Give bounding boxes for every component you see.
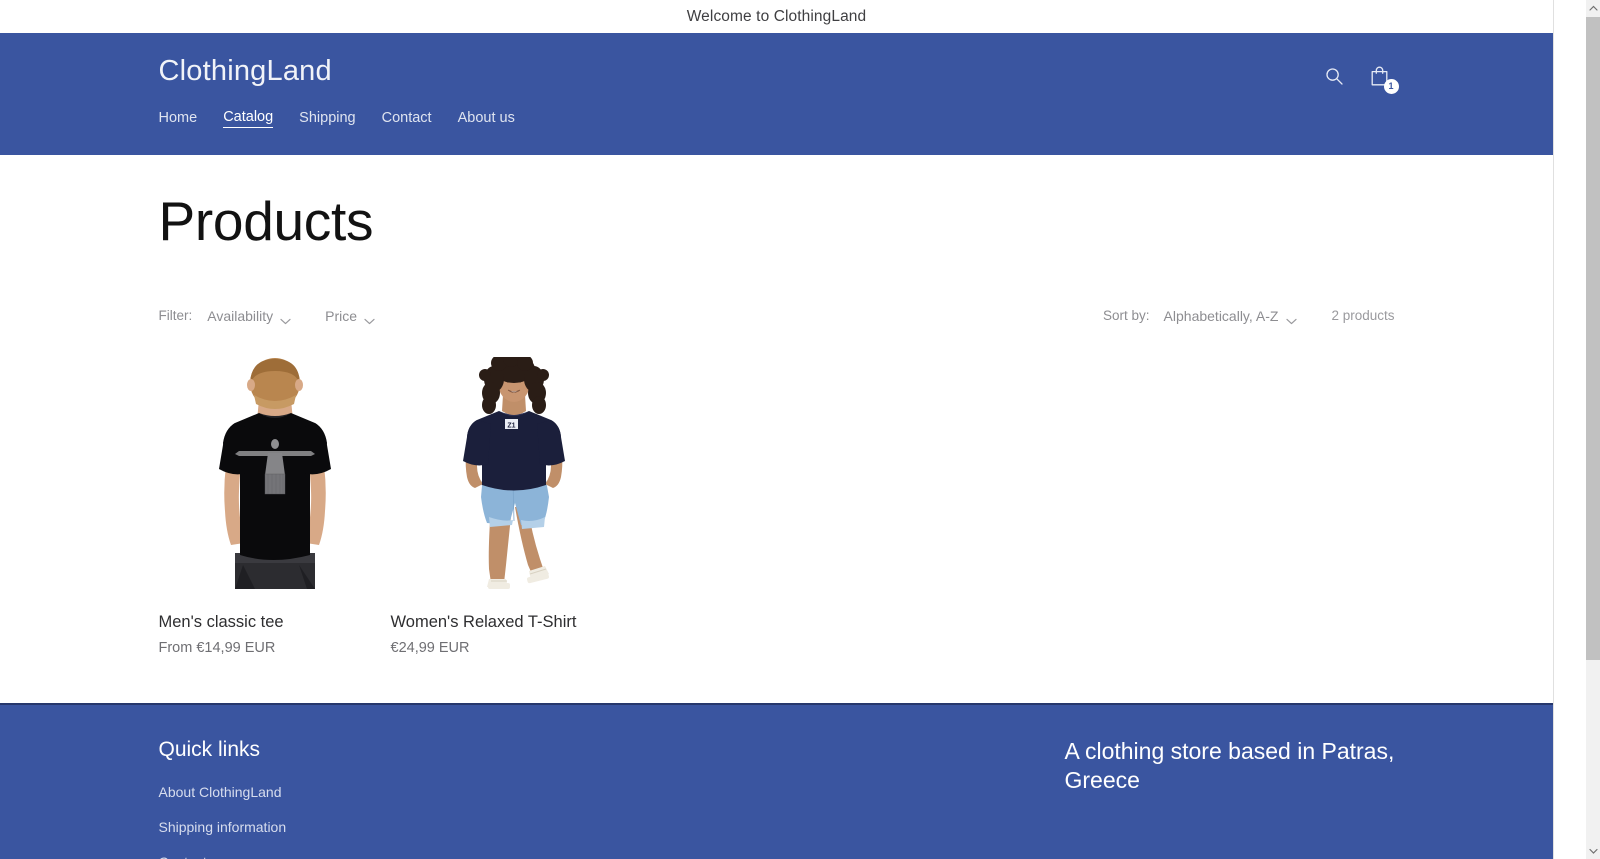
footer-link-about[interactable]: About ClothingLand <box>159 784 282 800</box>
product-grid: Men's classic tee From €14,99 EUR Z1 Wom… <box>158 356 1395 656</box>
search-button[interactable] <box>1319 61 1349 91</box>
page-viewport: Welcome to ClothingLand ClothingLand 1 H… <box>0 0 1553 859</box>
product-image-men-classic-tee[interactable] <box>158 356 391 589</box>
site-header: ClothingLand 1 Home Catalog Shipping Con… <box>0 35 1553 155</box>
header-actions: 1 <box>1319 61 1399 94</box>
product-price: €24,99 EUR <box>390 639 470 656</box>
page-title: Products <box>158 190 374 252</box>
scrollbar-gutter <box>1554 0 1586 859</box>
main-navigation: Home Catalog Shipping Contact About us <box>159 109 515 128</box>
filter-label: Filter: <box>158 308 193 323</box>
footer-list-item: About ClothingLand <box>159 784 839 802</box>
content-container: Products Filter: Availability Price Sort… <box>158 155 1395 656</box>
sort-by-label: Sort by: <box>1103 308 1150 323</box>
chevron-down-icon <box>364 312 375 325</box>
announcement-text: Welcome to ClothingLand <box>686 7 867 25</box>
nav-item-catalog[interactable]: Catalog <box>223 109 274 128</box>
facets-left: Filter: Availability Price <box>158 307 410 325</box>
footer-tagline-column: A clothing store based in Patras, Greece <box>1065 737 1395 859</box>
browser-page: Welcome to ClothingLand ClothingLand 1 H… <box>0 0 1600 859</box>
scroll-up-arrow-icon[interactable] <box>1586 0 1600 16</box>
product-card[interactable]: Men's classic tee From €14,99 EUR <box>158 356 391 656</box>
site-logo[interactable]: ClothingLand <box>159 57 332 86</box>
header-inner: ClothingLand 1 Home Catalog Shipping Con… <box>159 35 1399 155</box>
product-title[interactable]: Women's Relaxed T-Shirt <box>391 612 623 633</box>
nav-item-shipping[interactable]: Shipping <box>299 110 355 128</box>
chevron-down-icon <box>1286 312 1298 325</box>
footer-inner: Quick links About ClothingLand Shipping … <box>159 737 1395 859</box>
chevron-down-icon <box>280 312 291 325</box>
footer-quick-links: Quick links About ClothingLand Shipping … <box>159 737 839 859</box>
product-count: 2 products <box>1331 308 1395 323</box>
scrollbar-thumb[interactable] <box>1586 17 1600 660</box>
footer-tagline: A clothing store based in Patras, Greece <box>1064 737 1395 794</box>
facet-availability[interactable]: Availability <box>207 307 291 325</box>
footer-link-shipping-information[interactable]: Shipping information <box>159 819 287 835</box>
facet-price[interactable]: Price <box>325 307 375 325</box>
sort-by-select[interactable]: Alphabetically, A-Z <box>1163 307 1298 325</box>
facet-price-label: Price <box>325 307 358 324</box>
main-content: Products Filter: Availability Price Sort… <box>0 155 1553 859</box>
footer-link-contact[interactable]: Contact <box>159 854 207 859</box>
site-footer: Quick links About ClothingLand Shipping … <box>0 702 1553 859</box>
facet-availability-label: Availability <box>207 307 274 324</box>
footer-list-item: Shipping information <box>159 819 839 837</box>
facets-bar: Filter: Availability Price Sort by: Alph… <box>159 305 1395 327</box>
footer-list-item: Contact <box>159 854 839 859</box>
search-icon <box>1324 66 1344 86</box>
nav-item-contact[interactable]: Contact <box>382 110 432 128</box>
facets-right: Sort by: Alphabetically, A-Z 2 products <box>1103 307 1395 325</box>
product-image-womens-relaxed-tshirt[interactable]: Z1 <box>390 356 623 589</box>
nav-item-home[interactable]: Home <box>159 110 198 128</box>
product-price: From €14,99 EUR <box>158 639 276 656</box>
cart-count-badge: 1 <box>1383 79 1399 94</box>
footer-link-list: About ClothingLand Shipping information … <box>159 784 839 859</box>
nav-item-about-us[interactable]: About us <box>458 110 515 128</box>
svg-text:Z1: Z1 <box>507 422 515 429</box>
product-title[interactable]: Men's classic tee <box>159 612 391 633</box>
scroll-down-arrow-icon[interactable] <box>1586 843 1600 859</box>
product-card[interactable]: Z1 Women's Relaxed T-Shirt €24,99 EUR <box>390 356 623 656</box>
announcement-bar: Welcome to ClothingLand <box>0 0 1553 35</box>
sort-by-value: Alphabetically, A-Z <box>1163 307 1279 324</box>
vertical-scrollbar[interactable] <box>1553 0 1600 859</box>
footer-heading: Quick links <box>158 737 261 761</box>
cart-button[interactable]: 1 <box>1365 61 1399 94</box>
